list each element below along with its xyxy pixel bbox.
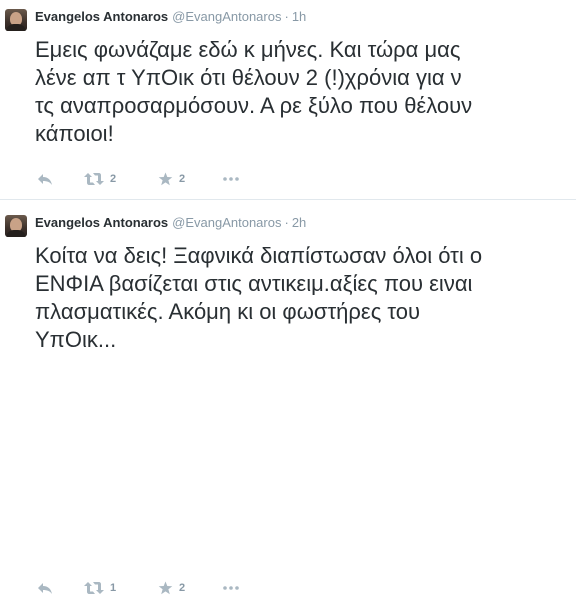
retweet-count: 1: [110, 582, 117, 594]
tweet-text: Κοίτα να δεις! Ξαφνικά διαπίστωσαν όλοι …: [35, 243, 483, 352]
tweet-header: Evangelos Antonaros @EvangAntonaros · 1h: [35, 9, 306, 25]
favorite-button[interactable]: 2: [158, 580, 185, 596]
separator: ·: [284, 9, 289, 24]
author-name[interactable]: Evangelos Antonaros: [35, 9, 168, 24]
reply-button[interactable]: [37, 171, 53, 187]
timestamp[interactable]: 1h: [292, 9, 306, 24]
retweet-button[interactable]: 1: [84, 580, 116, 596]
timestamp[interactable]: 2h: [292, 215, 306, 230]
star-icon: [158, 172, 173, 186]
reply-icon: [38, 174, 52, 185]
tweet-divider: [0, 199, 576, 200]
retweet-icon: [84, 582, 104, 594]
avatar[interactable]: [5, 9, 27, 31]
more-dots-icon: [223, 586, 239, 590]
star-icon: [158, 581, 173, 595]
tweet-header: Evangelos Antonaros @EvangAntonaros · 2h: [35, 215, 306, 231]
favorite-count: 2: [179, 582, 186, 594]
author-handle[interactable]: @EvangAntonaros: [172, 215, 281, 230]
author-name[interactable]: Evangelos Antonaros: [35, 215, 168, 230]
reply-button[interactable]: [37, 580, 53, 596]
retweet-button[interactable]: 2: [84, 171, 116, 187]
more-button[interactable]: [223, 171, 239, 187]
retweet-icon: [84, 173, 104, 185]
tweet[interactable]: Evangelos Antonaros @EvangAntonaros · 2h Κο…: [0, 206, 576, 595]
more-dots-icon: [223, 177, 239, 181]
favorite-count: 2: [179, 173, 186, 185]
separator: ·: [284, 215, 289, 230]
favorite-button[interactable]: 2: [158, 171, 185, 187]
reply-icon: [38, 583, 52, 594]
author-handle[interactable]: @EvangAntonaros: [172, 9, 281, 24]
tweet-text: Εμεις φωνάζαμε εδώ κ μήνες. Και τώρα μας…: [35, 37, 473, 146]
retweet-count: 2: [110, 173, 117, 185]
more-button[interactable]: [223, 580, 239, 596]
avatar[interactable]: [5, 215, 27, 237]
tweet[interactable]: Evangelos Antonaros @EvangAntonaros · 1h Εμ…: [0, 0, 576, 199]
